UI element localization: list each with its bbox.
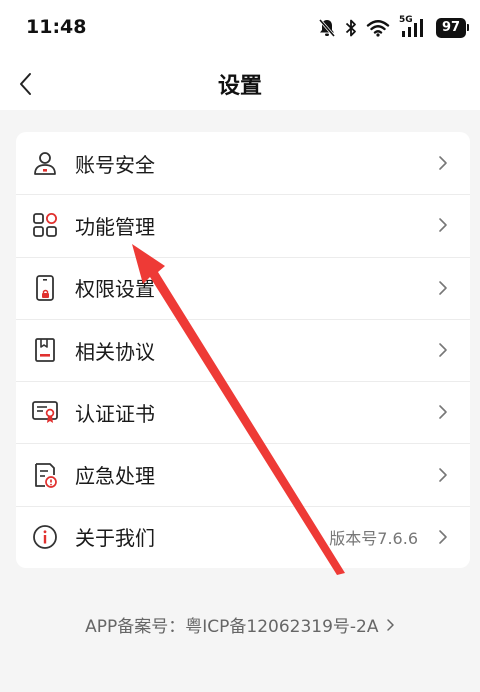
icp-record-text: APP备案号：粤ICP备12062319号-2A <box>85 617 379 637</box>
settings-list: 账号安全 功能管理 权限设置 相关协议 认证证书 应急处理 关于我们 版本号7.… <box>16 132 470 568</box>
battery-level: 97 <box>441 20 461 35</box>
menu-item-label: 认证证书 <box>75 401 155 426</box>
chevron-right-icon <box>432 280 454 296</box>
menu-item-emergency-handling[interactable]: 应急处理 <box>16 443 470 505</box>
icp-record-link[interactable]: APP备案号：粤ICP备12062319号-2A <box>0 612 480 637</box>
menu-item-feature-management[interactable]: 功能管理 <box>16 194 470 256</box>
certificate-icon <box>30 397 60 427</box>
chevron-right-icon <box>432 217 454 233</box>
menu-item-label: 关于我们 <box>75 526 155 551</box>
mute-bell-icon <box>318 18 336 38</box>
document-icon <box>30 335 60 365</box>
chevron-right-icon <box>432 529 454 545</box>
status-time: 11:48 <box>26 16 87 38</box>
bluetooth-icon <box>345 18 357 38</box>
menu-item-certificates[interactable]: 认证证书 <box>16 381 470 443</box>
menu-item-agreements[interactable]: 相关协议 <box>16 318 470 381</box>
version-value: 版本号7.6.6 <box>329 528 418 548</box>
wifi-icon <box>366 19 390 37</box>
menu-item-about-us[interactable]: 关于我们 版本号7.6.6 <box>16 505 470 568</box>
chevron-right-icon <box>432 467 454 483</box>
chevron-right-icon <box>432 404 454 420</box>
cellular-signal-icon: 5G <box>399 15 427 39</box>
chevron-right-icon <box>432 342 454 358</box>
chevron-right-icon <box>432 155 454 171</box>
phone-lock-icon <box>30 273 60 303</box>
menu-item-permission-settings[interactable]: 权限设置 <box>16 256 470 319</box>
nav-bar: 设置 <box>0 56 480 110</box>
emergency-doc-icon <box>30 460 60 490</box>
page-title: 设置 <box>217 74 262 99</box>
grid-icon <box>30 210 60 240</box>
menu-item-label: 应急处理 <box>75 464 155 489</box>
battery-icon: 97 <box>436 18 469 38</box>
menu-item-label: 相关协议 <box>75 339 155 364</box>
menu-item-account-security[interactable]: 账号安全 <box>16 132 470 194</box>
info-icon <box>30 522 60 552</box>
chevron-right-icon <box>386 617 395 637</box>
menu-item-label: 账号安全 <box>75 152 155 177</box>
status-icons: 5G 97 <box>318 15 469 41</box>
status-bar: 11:48 5G 97 <box>0 0 480 56</box>
menu-item-label: 功能管理 <box>75 214 155 239</box>
menu-item-label: 权限设置 <box>75 277 155 302</box>
user-icon <box>30 148 60 178</box>
